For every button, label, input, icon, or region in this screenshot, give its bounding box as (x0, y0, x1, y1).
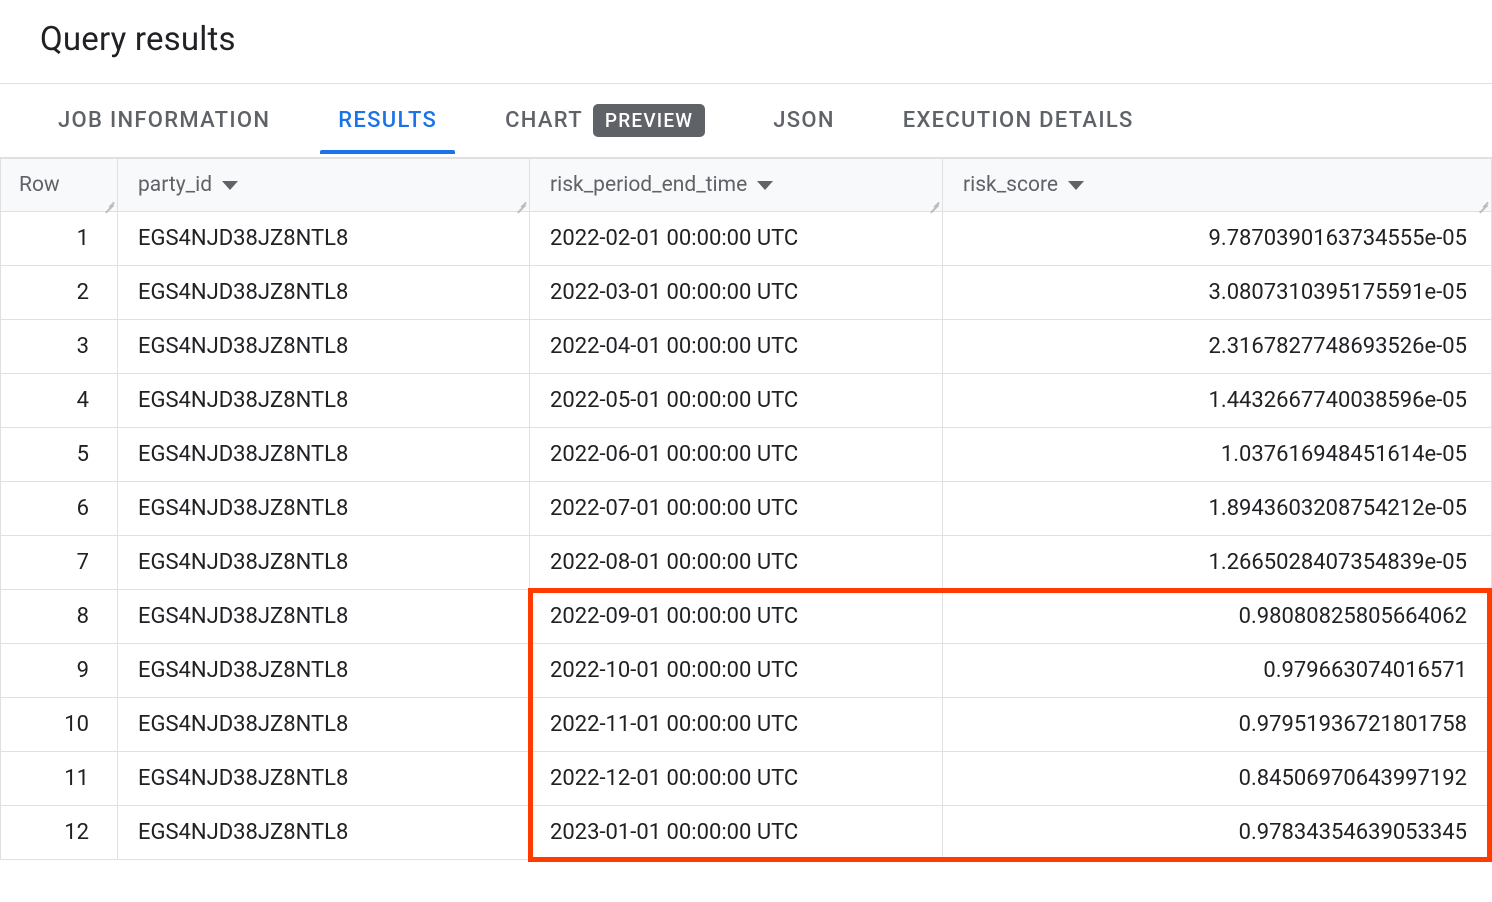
cell-risk-score: 2.3167827748693526e-05 (943, 320, 1492, 374)
resize-handle-icon (1479, 199, 1489, 209)
cell-risk-period-end-time: 2022-04-01 00:00:00 UTC (530, 320, 943, 374)
table-row: 10EGS4NJD38JZ8NTL82022-11-01 00:00:00 UT… (1, 698, 1492, 752)
table-row: 8EGS4NJD38JZ8NTL82022-09-01 00:00:00 UTC… (1, 590, 1492, 644)
col-header-risk-score[interactable]: risk_score (943, 159, 1492, 212)
cell-risk-score: 1.4432667740038596e-05 (943, 374, 1492, 428)
results-tbody: 1EGS4NJD38JZ8NTL82022-02-01 00:00:00 UTC… (1, 212, 1492, 860)
cell-party-id: EGS4NJD38JZ8NTL8 (118, 266, 530, 320)
cell-risk-score: 1.2665028407354839e-05 (943, 536, 1492, 590)
cell-risk-score: 0.97834354639053345 (943, 806, 1492, 860)
col-header-label: risk_period_end_time (550, 173, 747, 197)
cell-risk-period-end-time: 2022-08-01 00:00:00 UTC (530, 536, 943, 590)
table-row: 12EGS4NJD38JZ8NTL82023-01-01 00:00:00 UT… (1, 806, 1492, 860)
table-row: 6EGS4NJD38JZ8NTL82022-07-01 00:00:00 UTC… (1, 482, 1492, 536)
tab-label: CHART (505, 108, 583, 133)
tab-label: JOB INFORMATION (58, 108, 270, 133)
table-row: 11EGS4NJD38JZ8NTL82022-12-01 00:00:00 UT… (1, 752, 1492, 806)
page-title: Query results (40, 20, 1452, 59)
cell-risk-period-end-time: 2022-02-01 00:00:00 UTC (530, 212, 943, 266)
resize-handle-icon (930, 199, 940, 209)
cell-risk-period-end-time: 2022-12-01 00:00:00 UTC (530, 752, 943, 806)
resize-handle-icon (517, 199, 527, 209)
cell-party-id: EGS4NJD38JZ8NTL8 (118, 374, 530, 428)
col-header-risk-period-end-time[interactable]: risk_period_end_time (530, 159, 943, 212)
resize-handle-icon (105, 199, 115, 209)
results-table-wrap: Row party_id risk_period_end_time (0, 158, 1492, 860)
cell-risk-score: 0.97951936721801758 (943, 698, 1492, 752)
cell-row-number: 9 (1, 644, 118, 698)
cell-row-number: 2 (1, 266, 118, 320)
dropdown-icon (1068, 181, 1084, 190)
cell-risk-period-end-time: 2023-01-01 00:00:00 UTC (530, 806, 943, 860)
preview-badge: PREVIEW (593, 104, 705, 137)
cell-row-number: 3 (1, 320, 118, 374)
cell-party-id: EGS4NJD38JZ8NTL8 (118, 752, 530, 806)
tab-json[interactable]: JSON (739, 88, 869, 153)
cell-row-number: 1 (1, 212, 118, 266)
table-row: 1EGS4NJD38JZ8NTL82022-02-01 00:00:00 UTC… (1, 212, 1492, 266)
tab-label: RESULTS (338, 108, 437, 133)
cell-risk-period-end-time: 2022-03-01 00:00:00 UTC (530, 266, 943, 320)
cell-party-id: EGS4NJD38JZ8NTL8 (118, 644, 530, 698)
cell-risk-period-end-time: 2022-06-01 00:00:00 UTC (530, 428, 943, 482)
cell-row-number: 5 (1, 428, 118, 482)
cell-party-id: EGS4NJD38JZ8NTL8 (118, 536, 530, 590)
cell-row-number: 7 (1, 536, 118, 590)
cell-party-id: EGS4NJD38JZ8NTL8 (118, 212, 530, 266)
cell-row-number: 8 (1, 590, 118, 644)
table-row: 9EGS4NJD38JZ8NTL82022-10-01 00:00:00 UTC… (1, 644, 1492, 698)
header-row: Row party_id risk_period_end_time (1, 159, 1492, 212)
cell-risk-score: 1.037616948451614e-05 (943, 428, 1492, 482)
table-row: 4EGS4NJD38JZ8NTL82022-05-01 00:00:00 UTC… (1, 374, 1492, 428)
cell-row-number: 11 (1, 752, 118, 806)
cell-row-number: 10 (1, 698, 118, 752)
col-header-label: risk_score (963, 173, 1058, 197)
tab-results[interactable]: RESULTS (304, 88, 471, 153)
cell-risk-score: 0.84506970643997192 (943, 752, 1492, 806)
cell-row-number: 6 (1, 482, 118, 536)
cell-risk-period-end-time: 2022-10-01 00:00:00 UTC (530, 644, 943, 698)
col-header-label: party_id (138, 173, 212, 197)
table-row: 3EGS4NJD38JZ8NTL82022-04-01 00:00:00 UTC… (1, 320, 1492, 374)
tab-execution-details[interactable]: EXECUTION DETAILS (869, 88, 1168, 153)
cell-risk-period-end-time: 2022-07-01 00:00:00 UTC (530, 482, 943, 536)
cell-row-number: 12 (1, 806, 118, 860)
cell-party-id: EGS4NJD38JZ8NTL8 (118, 320, 530, 374)
cell-risk-score: 9.7870390163734555e-05 (943, 212, 1492, 266)
tab-chart[interactable]: CHART PREVIEW (471, 84, 739, 157)
cell-risk-score: 0.979663074016571 (943, 644, 1492, 698)
cell-risk-score: 3.0807310395175591e-05 (943, 266, 1492, 320)
cell-risk-period-end-time: 2022-05-01 00:00:00 UTC (530, 374, 943, 428)
cell-risk-period-end-time: 2022-11-01 00:00:00 UTC (530, 698, 943, 752)
cell-party-id: EGS4NJD38JZ8NTL8 (118, 806, 530, 860)
col-header-row[interactable]: Row (1, 159, 118, 212)
table-row: 2EGS4NJD38JZ8NTL82022-03-01 00:00:00 UTC… (1, 266, 1492, 320)
title-bar: Query results (0, 0, 1492, 84)
dropdown-icon (757, 181, 773, 190)
tab-job-information[interactable]: JOB INFORMATION (24, 88, 304, 153)
results-table: Row party_id risk_period_end_time (0, 158, 1492, 860)
tab-bar: JOB INFORMATION RESULTS CHART PREVIEW JS… (0, 84, 1492, 158)
col-header-party-id[interactable]: party_id (118, 159, 530, 212)
table-row: 5EGS4NJD38JZ8NTL82022-06-01 00:00:00 UTC… (1, 428, 1492, 482)
col-header-label: Row (19, 173, 60, 197)
dropdown-icon (222, 181, 238, 190)
table-row: 7EGS4NJD38JZ8NTL82022-08-01 00:00:00 UTC… (1, 536, 1492, 590)
cell-party-id: EGS4NJD38JZ8NTL8 (118, 590, 530, 644)
cell-risk-score: 1.8943603208754212e-05 (943, 482, 1492, 536)
cell-row-number: 4 (1, 374, 118, 428)
cell-party-id: EGS4NJD38JZ8NTL8 (118, 698, 530, 752)
cell-risk-score: 0.98080825805664062 (943, 590, 1492, 644)
cell-party-id: EGS4NJD38JZ8NTL8 (118, 482, 530, 536)
cell-risk-period-end-time: 2022-09-01 00:00:00 UTC (530, 590, 943, 644)
tab-label: JSON (773, 108, 835, 133)
cell-party-id: EGS4NJD38JZ8NTL8 (118, 428, 530, 482)
tab-label: EXECUTION DETAILS (903, 108, 1134, 133)
